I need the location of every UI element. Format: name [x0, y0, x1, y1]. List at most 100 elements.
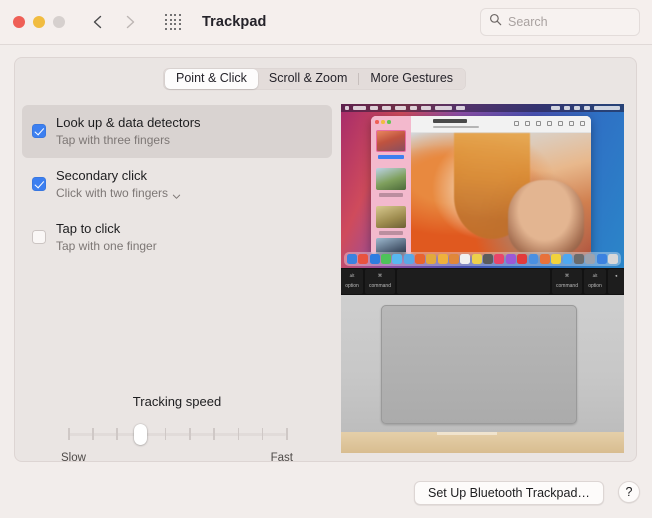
window-titlebar: Trackpad — [0, 0, 652, 45]
dock-icon — [528, 254, 539, 264]
key-command-left: ⌘ command — [365, 269, 395, 294]
forward-chevron-icon[interactable] — [122, 14, 138, 30]
photos-app-window — [371, 116, 591, 256]
slider-tick — [286, 428, 288, 440]
close-window-button[interactable] — [13, 16, 25, 28]
dock-icon — [562, 254, 573, 264]
tab-more-gestures[interactable]: More Gestures — [359, 69, 464, 89]
option-row-secondary-click[interactable]: Secondary click Click with two fingers — [22, 158, 332, 211]
checkbox-wrap — [32, 166, 46, 191]
checkbox-wrap — [32, 113, 46, 138]
photos-content-area — [411, 116, 591, 256]
option-subtitle-text: Tap with three fingers — [56, 133, 171, 147]
option-subtitle-look-up: Tap with three fingers — [56, 132, 322, 149]
tab-scroll-and-zoom[interactable]: Scroll & Zoom — [258, 69, 359, 89]
slider-tick — [116, 428, 118, 440]
macbook-trackpad — [381, 305, 577, 424]
dock-icon — [483, 254, 494, 264]
tracking-speed-slider[interactable] — [68, 424, 288, 445]
macos-menubar — [341, 104, 624, 112]
option-subtitle-tap-to-click: Tap with one finger — [56, 238, 322, 255]
photos-album-title — [433, 119, 467, 123]
macbook-screen — [341, 104, 624, 268]
checkbox-tap-to-click[interactable] — [32, 230, 46, 244]
menubar-right-items — [551, 105, 620, 110]
slider-max-label: Fast — [270, 452, 293, 464]
dock-icon — [426, 254, 437, 264]
photos-traffic-lights — [375, 120, 391, 124]
dock-icon — [437, 254, 448, 264]
key-option-right: alt option — [584, 269, 606, 294]
dock-icon — [539, 254, 550, 264]
key-spacebar — [397, 269, 550, 294]
dock-icon — [415, 254, 426, 264]
search-icon — [489, 13, 502, 31]
checkbox-secondary-click[interactable] — [32, 177, 46, 191]
option-subtitle-secondary-click[interactable]: Click with two fingers — [56, 185, 322, 202]
option-title-secondary-click: Secondary click — [56, 168, 148, 183]
slider-tick — [68, 428, 70, 440]
dock-icon — [551, 254, 562, 264]
show-all-grid-icon[interactable] — [164, 13, 182, 31]
traffic-light-controls — [13, 16, 65, 28]
secondary-click-selected-value: Click with two fingers — [56, 186, 169, 200]
option-row-look-up[interactable]: Look up & data detectors Tap with three … — [22, 105, 332, 158]
option-title-look-up: Look up & data detectors — [56, 115, 201, 130]
tracking-speed-label: Tracking speed — [132, 394, 222, 409]
macos-dock — [344, 252, 621, 266]
photos-toolbar-icons — [514, 121, 585, 126]
checkbox-wrap — [32, 219, 46, 244]
dock-icon — [607, 254, 618, 264]
slider-min-label: Slow — [61, 452, 86, 464]
trackpad-demo-preview: alt option ⌘ command ⌘ command alt option ◂ — [341, 104, 624, 453]
dock-icon — [460, 254, 471, 264]
dock-icon — [381, 254, 391, 264]
dock-icon — [573, 254, 584, 264]
slider-knob[interactable] — [134, 424, 148, 445]
zoom-window-button[interactable] — [53, 16, 65, 28]
slider-tick — [92, 428, 94, 440]
key-arrow-cluster: ◂ — [608, 269, 624, 294]
dock-icon — [471, 254, 482, 264]
photos-thumbnail — [376, 130, 406, 152]
photos-thumbnail-caption — [379, 231, 403, 235]
tab-bar: Point & Click Scroll & Zoom More Gesture… — [163, 68, 467, 90]
dock-icon — [585, 254, 596, 264]
minimize-window-button[interactable] — [33, 16, 45, 28]
back-chevron-icon[interactable] — [90, 14, 106, 30]
navigation-arrows — [90, 14, 138, 30]
dock-icon — [392, 254, 403, 264]
tracking-speed-control: Tracking speed Slow Fast — [58, 394, 296, 464]
dock-icon — [517, 254, 528, 264]
dock-icon — [369, 254, 380, 264]
option-row-tap-to-click[interactable]: Tap to click Tap with one finger — [22, 211, 332, 264]
slider-tick — [213, 428, 215, 440]
option-title-tap-to-click: Tap to click — [56, 221, 121, 236]
checkbox-look-up[interactable] — [32, 124, 46, 138]
page-title: Trackpad — [202, 14, 267, 30]
option-text: Secondary click Click with two fingers — [56, 166, 322, 202]
slider-tick — [189, 428, 191, 440]
photos-thumbnail — [376, 168, 406, 190]
photos-thumbnail — [376, 206, 406, 228]
set-up-bluetooth-trackpad-button[interactable]: Set Up Bluetooth Trackpad… — [414, 481, 604, 505]
desk-surface — [341, 432, 624, 453]
help-button[interactable]: ? — [618, 481, 640, 503]
key-command-right: ⌘ command — [552, 269, 582, 294]
photos-album-subtitle — [433, 125, 479, 128]
option-subtitle-text: Tap with one finger — [56, 239, 157, 253]
trackpad-options-list: Look up & data detectors Tap with three … — [22, 105, 332, 264]
photo-second-person — [508, 179, 584, 256]
search-field[interactable] — [480, 8, 640, 36]
photos-thumbnail-caption-selected — [378, 155, 404, 159]
option-text: Tap to click Tap with one finger — [56, 219, 322, 255]
dock-icon — [449, 254, 460, 264]
chevron-down-icon[interactable] — [172, 189, 181, 199]
slider-tick — [261, 428, 264, 440]
search-input[interactable] — [508, 15, 631, 29]
tab-point-and-click[interactable]: Point & Click — [165, 69, 258, 89]
macbook-keyboard-row: alt option ⌘ command ⌘ command alt option ◂ — [341, 268, 624, 295]
photos-toolbar — [411, 116, 591, 133]
slider-tick — [237, 428, 240, 440]
photos-thumbnail-caption — [379, 193, 403, 197]
